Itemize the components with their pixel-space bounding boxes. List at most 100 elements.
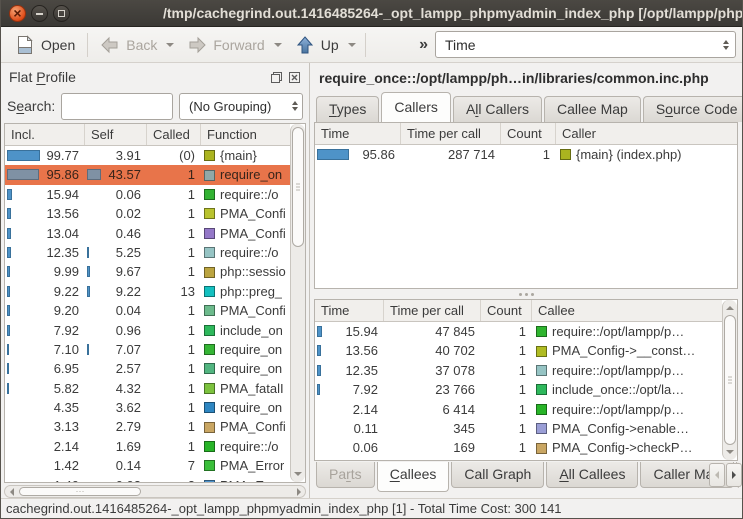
top-tab[interactable]: All Callers (453, 96, 542, 122)
cost-bar (7, 189, 12, 200)
maximize-window-icon[interactable] (53, 5, 70, 22)
incl-cell: 4.35 (5, 398, 85, 417)
column-header-count[interactable]: Count (481, 300, 532, 321)
cost-bar (7, 208, 11, 219)
callee-row[interactable]: 0.11 345 1 PMA_Config->enable… (315, 419, 722, 438)
callee-row[interactable]: 15.94 47 845 1 require::/opt/lampp/p… (315, 322, 722, 341)
callee-row[interactable]: 13.56 40 702 1 PMA_Config->__const… (315, 341, 722, 360)
minimize-window-icon[interactable] (31, 5, 48, 22)
time-per-call-cell: 37 078 (384, 361, 481, 380)
scroll-up-icon[interactable] (723, 301, 737, 315)
function-row[interactable]: 7.92 0.96 1 include_on (5, 321, 290, 340)
called-cell: 1 (147, 379, 201, 398)
vertical-scrollbar[interactable] (722, 300, 737, 460)
selected-function-title: require_once::/opt/lampp/ph…in/libraries… (311, 63, 742, 86)
column-header-self[interactable]: Self (85, 124, 147, 145)
bottom-tab[interactable]: Call Graph (451, 462, 544, 488)
column-header-per-call[interactable]: Time per call (384, 300, 481, 321)
scroll-left-icon[interactable] (5, 486, 18, 497)
function-row[interactable]: 1.40 0.02 2 PMA_Er (5, 476, 290, 482)
function-row[interactable]: 12.35 5.25 1 require::/o (5, 243, 290, 262)
callee-row[interactable]: 0.06 169 1 PMA_Config->checkP… (315, 438, 722, 457)
column-header-time[interactable]: Time (315, 300, 384, 321)
function-color-icon (204, 267, 215, 278)
close-window-icon[interactable] (9, 5, 26, 22)
top-tab[interactable]: Source Code (643, 96, 743, 122)
vertical-scrollbar[interactable] (290, 124, 305, 482)
top-tab[interactable]: Types (316, 96, 379, 122)
close-dock-icon[interactable] (288, 71, 301, 84)
scrollbar-thumb[interactable] (724, 315, 736, 445)
grouping-select[interactable]: (No Grouping) (179, 93, 303, 120)
column-header-function[interactable]: Function (201, 124, 290, 145)
function-color-icon (536, 404, 547, 415)
function-row[interactable]: 13.04 0.46 1 PMA_Confi (5, 224, 290, 243)
function-color-icon (560, 149, 571, 160)
function-row[interactable]: 5.82 4.32 1 PMA_fatalI (5, 379, 290, 398)
column-header-incl[interactable]: Incl. (5, 124, 85, 145)
open-button[interactable]: Open (7, 32, 83, 58)
self-cell: 5.25 (85, 243, 147, 262)
function-row[interactable]: 13.56 0.02 1 PMA_Confi (5, 204, 290, 223)
function-row[interactable]: 9.99 9.67 1 php::sessio (5, 262, 290, 281)
column-header-callee[interactable]: Callee (532, 300, 722, 321)
called-cell: 7 (147, 456, 201, 475)
column-header-called[interactable]: Called (147, 124, 201, 145)
tab-scroll-right-icon[interactable] (726, 463, 742, 487)
up-dropdown-icon[interactable] (345, 43, 359, 47)
callee-cell: PMA_Config->enable… (532, 419, 722, 438)
scrollbar-thumb[interactable] (19, 487, 141, 496)
function-row[interactable]: 9.22 9.22 13 php::preg_ (5, 282, 290, 301)
bottom-tab[interactable]: Callees (377, 462, 450, 492)
column-header-count[interactable]: Count (501, 123, 556, 144)
function-row[interactable]: 6.95 2.57 1 require_on (5, 359, 290, 378)
callee-row[interactable]: 2.14 6 414 1 require::/opt/lampp/p… (315, 400, 722, 419)
cost-bar (7, 169, 39, 180)
function-row[interactable]: 2.14 1.69 1 require::/o (5, 437, 290, 456)
bottom-tab[interactable]: Parts (316, 462, 375, 488)
cost-bar (317, 345, 321, 356)
spinner-arrows-icon[interactable] (715, 40, 729, 50)
column-header-caller[interactable]: Caller (556, 123, 737, 144)
time-per-call-cell: 40 702 (384, 341, 481, 360)
function-row[interactable]: 4.35 3.62 1 require_on (5, 398, 290, 417)
scroll-down-icon[interactable] (291, 467, 305, 481)
self-cell: 2.79 (85, 417, 147, 436)
callee-row[interactable]: 12.35 37 078 1 require::/opt/lampp/p… (315, 361, 722, 380)
horizontal-scrollbar[interactable] (4, 485, 306, 498)
function-row[interactable]: 99.77 3.91 (0) {main} (5, 146, 290, 165)
top-tab[interactable]: Callers (381, 92, 451, 122)
function-row[interactable]: 9.20 0.04 1 PMA_Confi (5, 301, 290, 320)
function-row[interactable]: 95.86 43.57 1 require_on (5, 165, 290, 184)
grouping-value: (No Grouping) (189, 99, 271, 114)
scrollbar-thumb[interactable] (292, 127, 304, 247)
column-header-time[interactable]: Time (315, 123, 401, 144)
scroll-right-icon[interactable] (292, 486, 305, 497)
function-row[interactable]: 3.13 2.79 1 PMA_Confi (5, 417, 290, 436)
caller-row[interactable]: 95.86 287 714 1 {main} (index.php) (315, 145, 737, 164)
function-color-icon (204, 286, 215, 297)
up-button[interactable]: Up (287, 32, 347, 58)
function-color-icon (204, 189, 215, 200)
self-cell: 0.04 (85, 301, 147, 320)
toolbar-overflow-chevron[interactable]: » (412, 36, 435, 54)
called-cell: 13 (147, 282, 201, 301)
float-dock-icon[interactable] (270, 71, 283, 84)
function-row[interactable]: 15.94 0.06 1 require::/o (5, 185, 290, 204)
function-color-icon (204, 170, 215, 181)
column-header-per-call[interactable]: Time per call (401, 123, 501, 144)
cost-bar (317, 326, 322, 337)
event-type-select[interactable]: Time (435, 31, 736, 58)
scroll-down-icon[interactable] (723, 445, 737, 459)
top-tab[interactable]: Callee Map (544, 96, 641, 122)
time-per-call-cell: 6 414 (384, 400, 481, 419)
bottom-tab[interactable]: All Callees (546, 462, 638, 488)
callee-row[interactable]: 7.92 23 766 1 include_once::/opt/la… (315, 380, 722, 399)
pane-splitter-handle[interactable] (311, 289, 742, 299)
incl-cell: 2.14 (5, 437, 85, 456)
function-row[interactable]: 7.10 7.07 1 require_on (5, 340, 290, 359)
called-cell: 1 (147, 340, 201, 359)
function-row[interactable]: 1.42 0.14 7 PMA_Error (5, 456, 290, 475)
search-input[interactable] (61, 93, 173, 120)
incl-cell: 6.95 (5, 359, 85, 378)
